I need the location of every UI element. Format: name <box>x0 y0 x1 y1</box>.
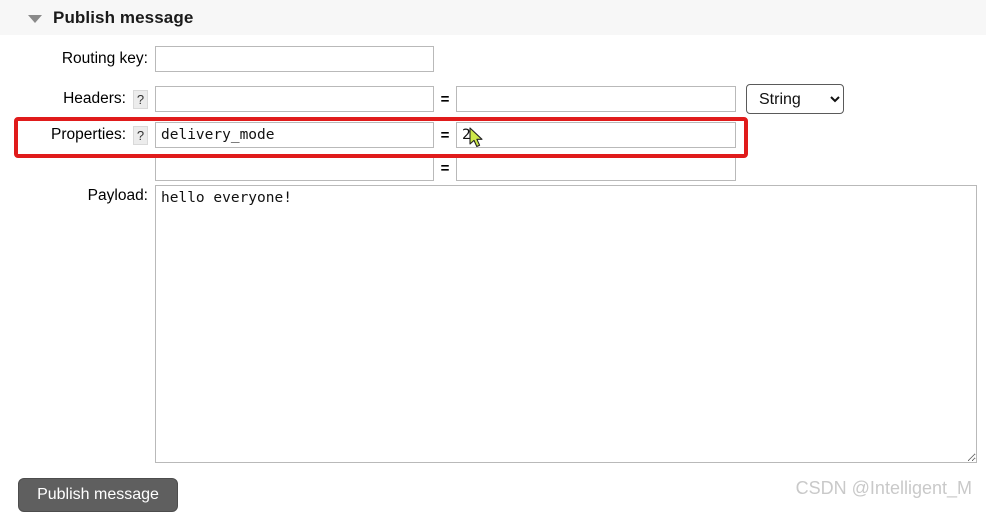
payload-label-wrap: Payload: <box>0 187 155 205</box>
payload-label-row: Payload: <box>0 187 155 205</box>
properties-equals-sign-1: = <box>440 126 450 144</box>
payload-textarea[interactable] <box>155 185 977 463</box>
headers-label-wrap: Headers: ? <box>0 89 155 109</box>
properties-key-input-1[interactable] <box>155 122 434 148</box>
properties-value-input-1[interactable] <box>456 122 736 148</box>
triangle-down-icon[interactable] <box>28 14 42 23</box>
headers-value-input[interactable] <box>456 86 736 112</box>
routing-key-input[interactable] <box>155 46 434 72</box>
properties-help-icon[interactable]: ? <box>133 125 148 145</box>
headers-label: Headers: <box>63 90 126 107</box>
properties-row-2: = <box>0 155 736 181</box>
headers-type-select[interactable]: String <box>746 84 844 114</box>
publish-message-section-header[interactable]: Publish message <box>0 0 986 35</box>
headers-equals-sign: = <box>440 90 450 108</box>
headers-key-input[interactable] <box>155 86 434 112</box>
routing-key-label-wrap: Routing key: <box>0 50 155 68</box>
properties-key-input-2[interactable] <box>155 155 434 181</box>
properties-label: Properties: <box>51 126 126 143</box>
routing-key-label: Routing key: <box>61 50 148 67</box>
watermark-text: CSDN @Intelligent_M <box>795 478 972 498</box>
properties-value-input-2[interactable] <box>456 155 736 181</box>
routing-key-row: Routing key: <box>0 46 434 72</box>
properties-row-1: Properties: ? = <box>0 122 736 148</box>
headers-help-icon[interactable]: ? <box>133 89 148 109</box>
page-title: Publish message <box>53 7 194 27</box>
properties-label-wrap: Properties: ? <box>0 125 155 145</box>
properties-equals-sign-2: = <box>440 159 450 177</box>
payload-label: Payload: <box>87 187 148 204</box>
headers-row: Headers: ? = String <box>0 84 844 114</box>
